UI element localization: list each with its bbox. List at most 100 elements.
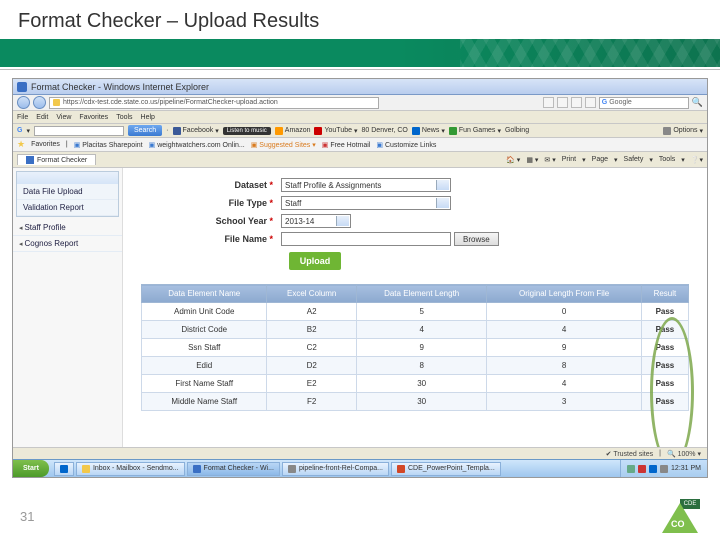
menu-help[interactable]: Help <box>141 114 155 121</box>
tray-icon[interactable] <box>627 465 635 473</box>
table-row: EdidD288Pass <box>142 357 689 375</box>
cert-button[interactable] <box>585 97 596 108</box>
lock-icon <box>53 99 60 106</box>
cmd-page[interactable]: Page <box>592 156 608 163</box>
fav-item-0[interactable]: ▣ Placitas Sharepoint <box>74 141 143 149</box>
sidebar-item-staff-profile[interactable]: Staff Profile <box>13 220 122 236</box>
cell-orig: 4 <box>487 321 641 339</box>
input-filename[interactable] <box>281 232 451 246</box>
menu-bar: File Edit View Favorites Tools Help <box>13 111 707 124</box>
favorites-star-icon[interactable]: ★ <box>17 139 25 150</box>
browser-search[interactable]: G Google <box>599 97 689 109</box>
tb-listen[interactable]: Listen to music <box>223 127 271 135</box>
status-trusted: ✔ Trusted sites <box>606 450 654 458</box>
tb-news[interactable]: News▾ <box>412 127 445 135</box>
cell-len: 30 <box>356 393 486 411</box>
tray-icon[interactable] <box>638 465 646 473</box>
cell-col: D2 <box>267 357 356 375</box>
cmd-safety[interactable]: Safety <box>624 156 644 163</box>
cmd-feeds[interactable]: ▦ ▾ <box>526 156 538 164</box>
fav-item-1[interactable]: ▣ weightwatchers.com Onlin... <box>149 141 245 149</box>
menu-favorites[interactable]: Favorites <box>79 114 108 121</box>
select-schoolyear[interactable]: 2013-14 <box>281 214 351 228</box>
tb-options[interactable]: Options▾ <box>663 127 703 135</box>
page-number: 31 <box>20 509 34 524</box>
menu-view[interactable]: View <box>56 114 71 121</box>
stop-button[interactable] <box>557 97 568 108</box>
task-btn-0[interactable] <box>54 462 74 476</box>
cell-len: 8 <box>356 357 486 375</box>
fav-item-3[interactable]: ▣ Free Hotmail <box>322 141 371 149</box>
cell-name: Admin Unit Code <box>142 303 267 321</box>
google-search-button[interactable]: Search <box>128 125 162 136</box>
main-panel: Dataset * Staff Profile & Assignments Fi… <box>123 168 707 451</box>
th-name: Data Element Name <box>142 285 267 303</box>
system-tray[interactable]: 12:31 PM <box>620 460 707 477</box>
command-bar: 🏠 ▾ ▦ ▾ ✉ ▾ Print▾ Page▾ Safety▾ Tools▾ … <box>506 156 703 164</box>
cell-name: Edid <box>142 357 267 375</box>
cmd-help[interactable]: ❔▾ <box>691 156 703 164</box>
address-bar[interactable]: https://cdx-test.cde.state.co.us/pipelin… <box>49 97 379 109</box>
search-mag-icon[interactable]: 🔍 <box>692 97 703 108</box>
tb-youtube[interactable]: YouTube▾ <box>314 127 357 135</box>
th-result: Result <box>641 285 688 303</box>
table-row: First Name StaffE2304Pass <box>142 375 689 393</box>
cmd-mail[interactable]: ✉ ▾ <box>544 156 555 164</box>
cell-len: 4 <box>356 321 486 339</box>
start-button[interactable]: Start <box>13 460 49 477</box>
favorites-bar: ★ Favorites | ▣ Placitas Sharepoint ▣ we… <box>13 138 707 152</box>
th-col: Excel Column <box>267 285 356 303</box>
sidebar-item-upload[interactable]: Data File Upload <box>17 184 118 200</box>
upload-button[interactable]: Upload <box>289 252 341 270</box>
cell-col: E2 <box>267 375 356 393</box>
menu-edit[interactable]: Edit <box>36 114 48 121</box>
task-btn-2[interactable]: Format Checker - Wi... <box>187 462 280 476</box>
tab-strip: Format Checker 🏠 ▾ ▦ ▾ ✉ ▾ Print▾ Page▾ … <box>13 152 707 168</box>
task-btn-3[interactable]: pipeline-front-Rel-Compa... <box>282 462 389 476</box>
task-btn-4[interactable]: CDE_PowerPoint_Templa... <box>391 462 501 476</box>
label-filename: File Name * <box>141 234 281 244</box>
menu-file[interactable]: File <box>17 114 28 121</box>
table-row: Admin Unit CodeA250Pass <box>142 303 689 321</box>
tb-weather[interactable]: 80 Denver, CO <box>362 127 408 134</box>
slide-title: Format Checker – Upload Results <box>0 0 720 39</box>
tb-amazon[interactable]: Amazon <box>275 127 311 135</box>
forward-button[interactable] <box>33 96 46 109</box>
favorites-label[interactable]: Favorites <box>31 141 60 148</box>
tray-icon[interactable] <box>649 465 657 473</box>
task-btn-1[interactable]: Inbox - Mailbox - Sendmo... <box>76 462 185 476</box>
tb-golbing[interactable]: Golbing <box>505 127 529 134</box>
cmd-home[interactable]: 🏠 ▾ <box>506 156 520 164</box>
tab-format-checker[interactable]: Format Checker <box>17 154 96 165</box>
table-row: Ssn StaffC299Pass <box>142 339 689 357</box>
fav-item-4[interactable]: ▣ Customize Links <box>376 141 436 149</box>
cell-orig: 0 <box>487 303 641 321</box>
tb-facebook[interactable]: Facebook▾ <box>173 127 219 135</box>
cell-result: Pass <box>641 321 688 339</box>
url-text: https://cdx-test.cde.state.co.us/pipelin… <box>63 99 278 106</box>
cell-name: Ssn Staff <box>142 339 267 357</box>
refresh-button[interactable] <box>543 97 554 108</box>
browser-window: Format Checker - Windows Internet Explor… <box>12 78 708 478</box>
cell-len: 9 <box>356 339 486 357</box>
tb-games[interactable]: Fun Games▾ <box>449 127 501 135</box>
select-dataset[interactable]: Staff Profile & Assignments <box>281 178 451 192</box>
google-search-input[interactable] <box>34 126 124 136</box>
cell-orig: 8 <box>487 357 641 375</box>
sidebar-item-cognos[interactable]: Cognos Report <box>13 236 122 252</box>
menu-tools[interactable]: Tools <box>116 114 132 121</box>
fav-item-2[interactable]: ▣ Suggested Sites ▾ <box>251 141 316 149</box>
cell-name: Middle Name Staff <box>142 393 267 411</box>
back-button[interactable] <box>17 96 30 109</box>
cell-orig: 4 <box>487 375 641 393</box>
select-filetype[interactable]: Staff <box>281 196 451 210</box>
results-table: Data Element Name Excel Column Data Elem… <box>141 284 689 411</box>
cmd-tools[interactable]: Tools <box>659 156 675 163</box>
status-zoom[interactable]: 🔍 100% ▾ <box>667 450 701 458</box>
cell-orig: 9 <box>487 339 641 357</box>
cmd-print[interactable]: Print <box>562 156 576 163</box>
tray-icon[interactable] <box>660 465 668 473</box>
browse-button[interactable]: Browse <box>454 232 499 246</box>
compat-button[interactable] <box>571 97 582 108</box>
sidebar-item-validation[interactable]: Validation Report <box>17 200 118 216</box>
